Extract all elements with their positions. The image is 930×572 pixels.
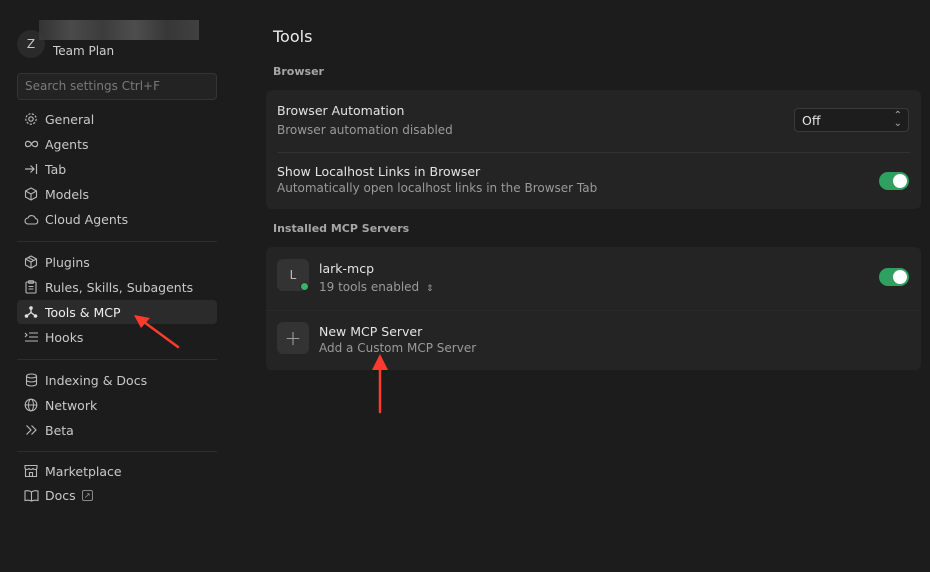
server-enable-toggle[interactable] <box>879 268 909 286</box>
chevron-up-down-icon: ⇕ <box>426 284 434 294</box>
sidebar-item-cloud-agents[interactable]: Cloud Agents <box>17 207 217 231</box>
section-label-mcp: Installed MCP Servers <box>273 222 410 235</box>
localhost-links-toggle[interactable] <box>879 172 909 190</box>
sidebar-item-hooks[interactable]: Hooks <box>17 325 217 349</box>
row-divider <box>277 152 910 153</box>
server-name: lark-mcp <box>319 261 375 276</box>
cloud-icon <box>23 211 39 227</box>
sidebar-item-label: Indexing & Docs <box>45 372 148 388</box>
browser-automation-select[interactable]: Off ⌃ ⌄ <box>794 108 909 132</box>
sidebar-item-label: Tab <box>45 161 67 177</box>
tab-arrow-icon <box>23 161 39 177</box>
sidebar-divider <box>17 359 217 360</box>
new-server-subtitle: Add a Custom MCP Server <box>319 341 477 355</box>
sidebar-item-tools-mcp[interactable]: Tools & MCP <box>17 300 217 324</box>
sidebar-item-label: Plugins <box>45 254 90 270</box>
external-link-icon: ↗ <box>81 489 93 501</box>
sidebar-item-label: Rules, Skills, Subagents <box>45 279 194 295</box>
sidebar-item-docs[interactable]: Docs ↗ <box>17 483 217 507</box>
sidebar-item-models[interactable]: Models <box>17 182 217 206</box>
list-icon <box>23 329 39 345</box>
globe-icon <box>23 397 39 413</box>
sidebar-item-plugins[interactable]: Plugins <box>17 250 217 274</box>
sidebar-item-label: General <box>45 111 95 127</box>
localhost-links-subtitle: Automatically open localhost links in th… <box>277 181 598 195</box>
toggle-knob <box>893 270 907 284</box>
sidebar-item-network[interactable]: Network <box>17 393 217 417</box>
plus-icon: + <box>284 326 302 350</box>
sidebar-item-label: Beta <box>45 422 74 438</box>
gear-icon <box>23 111 39 127</box>
sidebar-item-marketplace[interactable]: Marketplace <box>17 459 217 483</box>
infinity-icon <box>23 136 39 152</box>
sidebar-item-label: Agents <box>45 136 89 152</box>
select-value: Off <box>802 113 821 128</box>
sidebar-item-label: Hooks <box>45 329 84 345</box>
sidebar-item-beta[interactable]: Beta <box>17 418 217 442</box>
sidebar-item-indexing-docs[interactable]: Indexing & Docs <box>17 368 217 392</box>
tools-count-label: 19 tools enabled <box>319 280 420 294</box>
sidebar-item-label: Docs <box>45 487 76 503</box>
redacted-account-name <box>39 20 199 40</box>
server-status-dot <box>300 282 309 291</box>
browser-automation-title: Browser Automation <box>277 103 405 118</box>
row-divider <box>266 310 921 311</box>
page-title: Tools <box>273 27 313 46</box>
account-header[interactable]: Z Team Plan <box>17 20 217 64</box>
annotation-arrow-sidebar <box>134 315 180 349</box>
sidebar-divider <box>17 451 217 452</box>
browser-settings-card: Browser Automation Browser automation di… <box>266 90 921 209</box>
browser-automation-subtitle: Browser automation disabled <box>277 123 453 137</box>
sidebar-item-rules-skills-subagents[interactable]: Rules, Skills, Subagents <box>17 275 217 299</box>
sidebar-item-agents[interactable]: Agents <box>17 132 217 156</box>
sidebar-item-label: Cloud Agents <box>45 211 129 227</box>
sidebar-item-label: Marketplace <box>45 463 122 479</box>
settings-sidebar: Z Team Plan Search settings Ctrl+F Gener… <box>0 0 233 572</box>
book-icon <box>23 487 39 503</box>
toggle-knob <box>893 174 907 188</box>
annotation-arrow-new-server <box>372 354 388 414</box>
section-label-browser: Browser <box>273 65 324 78</box>
store-icon <box>23 463 39 479</box>
sidebar-item-label: Network <box>45 397 98 413</box>
server-tools-count[interactable]: 19 tools enabled ⇕ <box>319 280 434 294</box>
mcp-servers-card: L lark-mcp 19 tools enabled ⇕ + New MCP … <box>266 247 921 370</box>
add-server-tile[interactable]: + <box>277 322 309 354</box>
new-server-title[interactable]: New MCP Server <box>319 324 422 339</box>
localhost-links-title: Show Localhost Links in Browser <box>277 164 481 179</box>
nodes-icon <box>23 304 39 320</box>
chevron-up-down-icon: ⌃ ⌄ <box>893 110 902 129</box>
sidebar-item-general[interactable]: General <box>17 107 217 131</box>
sidebar-item-label: Models <box>45 186 90 202</box>
sidebar-item-label: Tools & MCP <box>45 304 121 320</box>
package-icon <box>23 254 39 270</box>
database-icon <box>23 372 39 388</box>
sidebar-divider <box>17 241 217 242</box>
sidebar-item-tab[interactable]: Tab <box>17 157 217 181</box>
chevrons-right-icon <box>23 422 39 438</box>
plan-label: Team Plan <box>53 44 115 58</box>
clipboard-icon <box>23 279 39 295</box>
search-settings-input[interactable]: Search settings Ctrl+F <box>17 73 217 100</box>
cube-icon <box>23 186 39 202</box>
